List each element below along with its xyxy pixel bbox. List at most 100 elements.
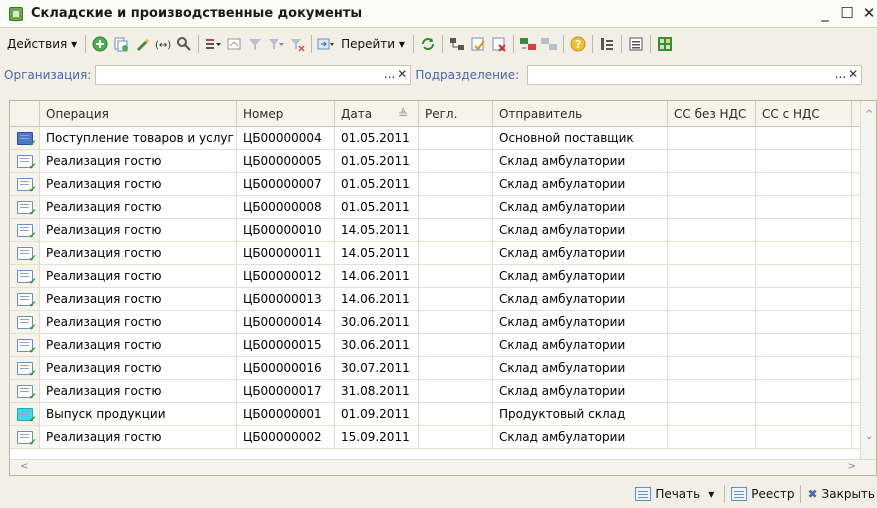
cell-operation: Реализация гостю [40, 426, 237, 448]
cell-cost-vat [756, 219, 852, 241]
cell-sender: Склад амбулатории [493, 242, 668, 264]
spreadsheet-icon[interactable] [656, 35, 674, 53]
table-row[interactable]: Реализация гостюЦБ0000001530.06.2011 Скла… [10, 334, 876, 357]
document-posted-icon [16, 384, 36, 402]
cell-date: 15.09.2011 [335, 426, 419, 448]
org-clear-button[interactable]: ✕ [397, 67, 407, 81]
actions-menu-button[interactable]: Действия ▾ [4, 35, 80, 53]
documents-table[interactable]: Операция Номер Дата ≜ Регл. Отправитель С… [9, 100, 877, 476]
row-document-icon-cell [10, 196, 40, 218]
registry-icon [731, 487, 748, 501]
cell-date: 01.05.2011 [335, 127, 419, 149]
column-header-cost-no-vat[interactable]: СС без НДС [668, 101, 756, 127]
table-row[interactable]: Реализация гостюЦБ0000000701.05.2011 Скла… [10, 173, 876, 196]
close-icon: ✖ [807, 487, 818, 501]
table-row[interactable]: Выпуск продукцииЦБ0000000101.09.2011 Прод… [10, 403, 876, 426]
org-field[interactable]: ... ✕ [95, 65, 412, 85]
cell-regl [419, 242, 493, 264]
report-icon[interactable] [540, 35, 558, 53]
scroll-right-icon[interactable]: > [848, 461, 856, 472]
change-date-icon[interactable]: (↔) [154, 35, 172, 53]
cell-cost-vat [756, 173, 852, 195]
refresh-icon[interactable] [419, 35, 437, 53]
cell-regl [419, 426, 493, 448]
help-icon[interactable]: ? [569, 35, 587, 53]
cell-cost-no-vat [668, 403, 756, 425]
structure-icon[interactable] [448, 35, 466, 53]
maximize-button[interactable]: ☐ [839, 4, 855, 22]
document-posted-icon [16, 407, 36, 425]
cell-number: ЦБ00000007 [237, 173, 335, 195]
row-document-icon-cell [10, 127, 40, 149]
cell-sender: Склад амбулатории [493, 380, 668, 402]
unpost-icon[interactable] [490, 35, 508, 53]
row-document-icon-cell [10, 219, 40, 241]
filter-icon[interactable] [246, 35, 264, 53]
print-button[interactable]: Печать [635, 487, 700, 501]
post-icon[interactable] [469, 35, 487, 53]
column-header-sender[interactable]: Отправитель [493, 101, 668, 127]
goto-menu-button[interactable]: Перейти ▾ [338, 35, 408, 53]
cell-cost-vat [756, 150, 852, 172]
close-window-button[interactable]: ✕ [861, 4, 877, 22]
minimize-button[interactable]: _ [817, 4, 833, 22]
movements-icon[interactable] [519, 35, 537, 53]
registry-button[interactable]: Реестр [731, 487, 794, 501]
cell-date: 14.05.2011 [335, 242, 419, 264]
table-row[interactable]: Реализация гостюЦБ0000001630.07.2011 Скла… [10, 357, 876, 380]
table-row[interactable]: Реализация гостюЦБ0000001314.06.2011 Скла… [10, 288, 876, 311]
select-period-icon[interactable] [225, 35, 243, 53]
cell-sender: Склад амбулатории [493, 426, 668, 448]
table-row[interactable]: Реализация гостюЦБ0000000215.09.2011 Скла… [10, 426, 876, 449]
hierarchy-icon[interactable] [598, 35, 616, 53]
cell-regl [419, 357, 493, 379]
cell-operation: Поступление товаров и услуг [40, 127, 237, 149]
org-select-button[interactable]: ... [384, 67, 395, 81]
find-icon[interactable] [175, 35, 193, 53]
cell-sender: Основной поставщик [493, 127, 668, 149]
table-row[interactable]: Реализация гостюЦБ0000000801.05.2011 Скла… [10, 196, 876, 219]
table-row[interactable]: Реализация гостюЦБ0000001731.08.2011 Скла… [10, 380, 876, 403]
table-row[interactable]: Реализация гостюЦБ0000001430.06.2011 Скла… [10, 311, 876, 334]
filter-list-icon[interactable] [267, 35, 285, 53]
close-button[interactable]: ✖ Закрыть [807, 487, 875, 501]
horizontal-scrollbar[interactable]: < > [10, 459, 876, 475]
filter-bar: Организация: ... ✕ Подразделение: ... ✕ [0, 63, 877, 87]
add-icon[interactable] [91, 35, 109, 53]
create-based-on-icon[interactable] [317, 35, 335, 53]
print-dropdown-button[interactable]: ▾ [708, 487, 714, 501]
cell-number: ЦБ00000017 [237, 380, 335, 402]
date-header-label: Дата [341, 107, 373, 121]
cell-date: 30.07.2011 [335, 357, 419, 379]
cell-date: 01.05.2011 [335, 196, 419, 218]
column-header-date[interactable]: Дата ≜ [335, 101, 419, 127]
document-posted-icon [16, 223, 36, 241]
table-row[interactable]: Реализация гостюЦБ0000001014.05.2011 Скла… [10, 219, 876, 242]
cell-regl [419, 380, 493, 402]
column-header-number[interactable]: Номер [237, 101, 335, 127]
cell-operation: Реализация гостю [40, 380, 237, 402]
vertical-scrollbar[interactable]: ^ ⌄ [860, 101, 876, 475]
list-settings-icon[interactable] [204, 35, 222, 53]
column-header-operation[interactable]: Операция [40, 101, 237, 127]
edit-icon[interactable] [133, 35, 151, 53]
column-header-cost-vat[interactable]: СС с НДС [756, 101, 852, 127]
scroll-down-icon[interactable]: ⌄ [865, 431, 873, 442]
cell-cost-vat [756, 288, 852, 310]
dept-clear-button[interactable]: ✕ [848, 67, 858, 81]
dept-select-button[interactable]: ... [835, 67, 846, 81]
dept-field[interactable]: ... ✕ [527, 65, 863, 85]
scroll-left-icon[interactable]: < [20, 461, 28, 472]
list-view-icon[interactable] [627, 35, 645, 53]
column-header-regl[interactable]: Регл. [419, 101, 493, 127]
table-row[interactable]: Поступление товаров и услугЦБ0000000401.… [10, 127, 876, 150]
scroll-up-icon[interactable]: ^ [865, 109, 873, 120]
toolbar-separator [412, 35, 414, 53]
copy-icon[interactable] [112, 35, 130, 53]
cell-cost-vat [756, 334, 852, 356]
clear-filter-icon[interactable] [288, 35, 306, 53]
row-document-icon-cell [10, 403, 40, 425]
table-row[interactable]: Реализация гостюЦБ0000001214.06.2011 Скла… [10, 265, 876, 288]
table-row[interactable]: Реализация гостюЦБ0000000501.05.2011 Скла… [10, 150, 876, 173]
table-row[interactable]: Реализация гостюЦБ0000001114.05.2011 Скла… [10, 242, 876, 265]
